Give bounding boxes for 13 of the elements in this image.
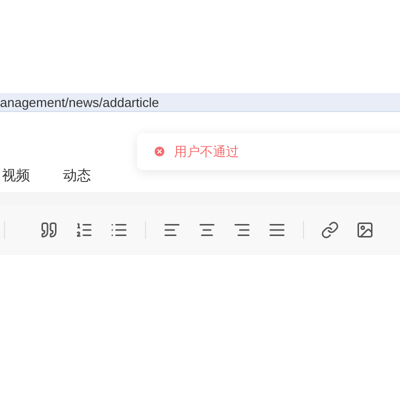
tab[interactable]: 视频 bbox=[2, 166, 30, 186]
align-justify-icon[interactable] bbox=[268, 221, 286, 239]
toast-message: 用户不通过 bbox=[174, 142, 239, 161]
align-left-icon[interactable] bbox=[163, 221, 181, 239]
quote-icon[interactable] bbox=[40, 221, 58, 239]
address-bar[interactable]: anagement/news/addarticle bbox=[0, 93, 400, 112]
tab[interactable]: 动态 bbox=[63, 166, 91, 186]
bullet-list-icon[interactable] bbox=[110, 221, 128, 239]
ordered-list-icon[interactable] bbox=[75, 221, 93, 239]
align-center-icon[interactable] bbox=[198, 221, 216, 239]
image-icon[interactable] bbox=[356, 221, 374, 239]
link-icon[interactable] bbox=[321, 221, 339, 239]
align-right-icon[interactable] bbox=[233, 221, 251, 239]
